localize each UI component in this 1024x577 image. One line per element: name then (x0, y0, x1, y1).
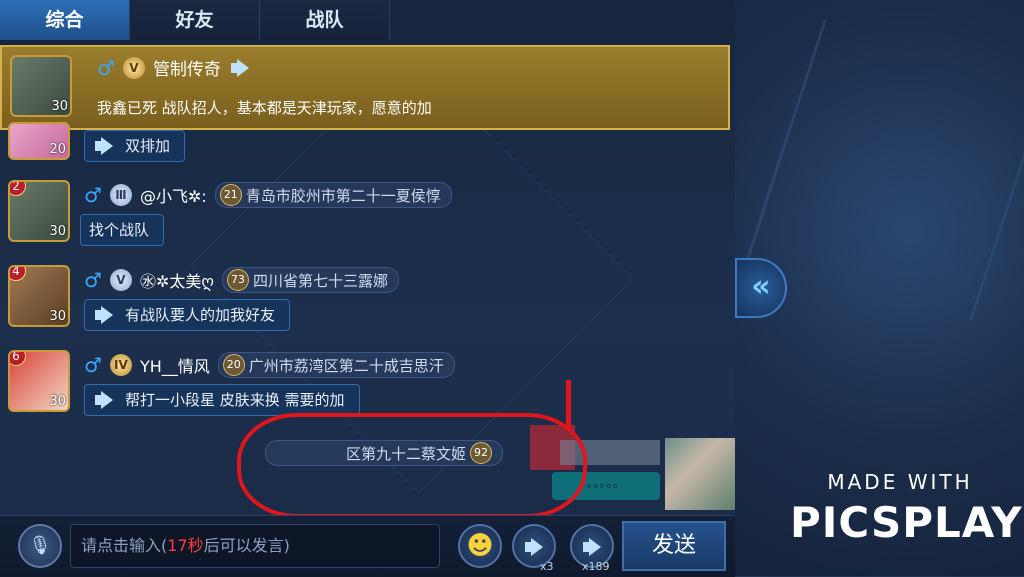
message-bubble: 双排加 (84, 130, 186, 162)
large-horn-count: x189 (582, 560, 610, 573)
tab-team[interactable]: 战队 (260, 0, 390, 40)
input-bar: 🎙 请点击输入(17秒后可以发言) ☻ x3 x189 发送 (0, 515, 735, 577)
watermark-line2: PICSPLAY (790, 498, 1023, 547)
male-icon: ♂ (97, 55, 115, 80)
message-text: 有战队要人的加我好友 (125, 306, 276, 324)
rank-tier-icon: V (109, 269, 132, 291)
pinned-message: 30 ♂ V 管制传奇 我鑫已死 战队招人，基本都是天津玩家，愿意的加 (0, 45, 730, 130)
chat-input[interactable]: 请点击输入(17秒后可以发言) (70, 524, 440, 568)
input-placeholder-suffix: 后可以发言) (203, 536, 290, 555)
chat-panel: 综合 好友 战队 30 ♂ V 管制传奇 我鑫已死 战队招人，基本都是天津玩家，… (0, 0, 735, 577)
player-name[interactable]: ㊌✲太美ღ (140, 268, 214, 292)
input-placeholder-prefix: 请点击输入( (81, 536, 168, 555)
avatar[interactable]: 30 (10, 55, 72, 117)
location-tag: 73 四川省第七十三露娜 (221, 267, 399, 293)
male-icon: ♂ (84, 183, 102, 207)
message-text: 双排加 (125, 137, 171, 155)
message-bubble: 帮打一小段星 皮肤来换 需要的加 (84, 384, 360, 416)
megaphone-icon (581, 536, 603, 558)
hero-level-icon: 20 (222, 354, 245, 376)
player-name[interactable]: 管制传奇 (153, 55, 221, 80)
male-icon: ♂ (84, 353, 102, 377)
tab-general[interactable]: 综合 (0, 0, 130, 40)
location-text: 青岛市胶州市第二十一夏侯惇 (245, 186, 441, 205)
male-icon: ♂ (84, 268, 102, 292)
annotation-circle (237, 413, 587, 518)
name-row: ♂ IV YH__情风 20 广州市荔湾区第二十成吉思汗 (84, 352, 455, 378)
tab-friends[interactable]: 好友 (130, 0, 260, 40)
annotation-arrow (566, 380, 571, 430)
voice-button[interactable]: 🎙 (18, 524, 62, 568)
level-label: 30 (51, 99, 68, 114)
avatar[interactable]: 4 30 (8, 265, 70, 327)
pinned-name-row: ♂ V 管制传奇 (97, 55, 251, 80)
chat-message: 6 30 ♂ IV YH__情风 20 广州市荔湾区第二十成吉思汗 帮打一小段星… (0, 350, 735, 420)
smiley-icon: ☻ (466, 531, 494, 561)
chevron-left-icon: « (751, 269, 771, 304)
rank-tier-icon: IV (109, 354, 132, 376)
megaphone-icon (93, 135, 115, 157)
message-text: 我鑫已死 战队招人，基本都是天津玩家，愿意的加 (97, 99, 432, 117)
chat-tabs: 综合 好友 战队 (0, 0, 390, 40)
level-label: 30 (49, 394, 66, 409)
small-horn-count: x3 (540, 560, 554, 573)
player-name[interactable]: YH__情风 (140, 353, 210, 377)
location-text: 四川省第七十三露娜 (252, 271, 388, 290)
megaphone-icon (93, 304, 115, 326)
watermark: MADE WITH PICSPLAY (790, 470, 1023, 547)
hero-level-icon: 21 (219, 184, 242, 206)
location-tag: 20 广州市荔湾区第二十成吉思汗 (217, 352, 455, 378)
name-row: ♂ Ⅲ @小飞✲: 21 青岛市胶州市第二十一夏侯惇 (84, 182, 452, 208)
name-row: ♂ V ㊌✲太美ღ 73 四川省第七十三露娜 (84, 267, 399, 293)
megaphone-icon (93, 389, 115, 411)
watermark-line1: MADE WITH (827, 470, 973, 494)
level-label: 30 (49, 309, 66, 324)
microphone-icon: 🎙 (28, 535, 52, 556)
rank-badge: 4 (10, 267, 26, 281)
message-bubble: 有战队要人的加我好友 (84, 299, 291, 331)
chat-message: 20 双排加 (0, 122, 735, 166)
rank-badge: 6 (10, 352, 26, 366)
chat-message: 4 30 ♂ V ㊌✲太美ღ 73 四川省第七十三露娜 有战队要人的加我好友 (0, 265, 735, 335)
send-button[interactable]: 发送 (622, 521, 726, 571)
vip-badge-icon: V (122, 56, 145, 79)
avatar[interactable]: 20 (8, 122, 70, 160)
rank-tier-icon: Ⅲ (109, 184, 132, 206)
message-text: 找个战队 (89, 221, 150, 239)
chat-message: 2 30 ♂ Ⅲ @小飞✲: 21 青岛市胶州市第二十一夏侯惇 找个战队 (0, 180, 735, 250)
emoji-button[interactable]: ☻ (458, 524, 502, 568)
level-label: 30 (49, 224, 66, 239)
level-label: 20 (49, 142, 66, 157)
location-text: 广州市荔湾区第二十成吉思汗 (248, 356, 444, 375)
megaphone-icon (229, 57, 251, 79)
message-text: 帮打一小段星 皮肤来换 需要的加 (125, 391, 345, 409)
player-name[interactable]: @小飞✲: (140, 183, 207, 207)
location-tag: 21 青岛市胶州市第二十一夏侯惇 (214, 182, 452, 208)
cooldown-seconds: 17秒 (167, 536, 204, 555)
hero-level-icon: 73 (226, 269, 249, 291)
pixelated-avatar (665, 438, 735, 510)
megaphone-icon (523, 536, 545, 558)
message-bubble: 找个战队 (80, 214, 165, 246)
avatar[interactable]: 6 30 (8, 350, 70, 412)
rank-badge: 2 (10, 182, 26, 196)
avatar[interactable]: 2 30 (8, 180, 70, 242)
